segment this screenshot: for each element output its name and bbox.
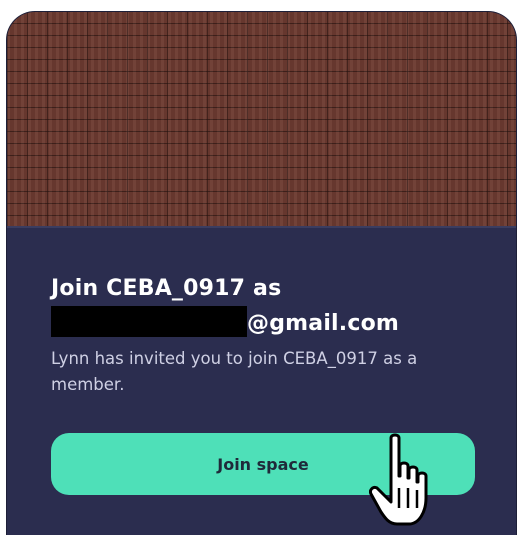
join-space-button-label: Join space xyxy=(217,454,309,474)
invite-dialog: Join CEBA_0917 as @gmail.com Lynn has in… xyxy=(7,12,516,535)
space-banner-image xyxy=(7,12,516,226)
email-domain: @gmail.com xyxy=(247,311,400,336)
invite-title: Join CEBA_0917 as @gmail.com xyxy=(51,272,481,341)
divider xyxy=(7,226,516,228)
invite-description: Lynn has invited you to join CEBA_0917 a… xyxy=(51,349,418,394)
join-space-button[interactable]: Join space xyxy=(51,433,475,495)
title-line-1: Join CEBA_0917 as xyxy=(51,276,282,301)
redacted-email-username xyxy=(51,306,247,337)
title-line-2: @gmail.com xyxy=(51,306,481,341)
